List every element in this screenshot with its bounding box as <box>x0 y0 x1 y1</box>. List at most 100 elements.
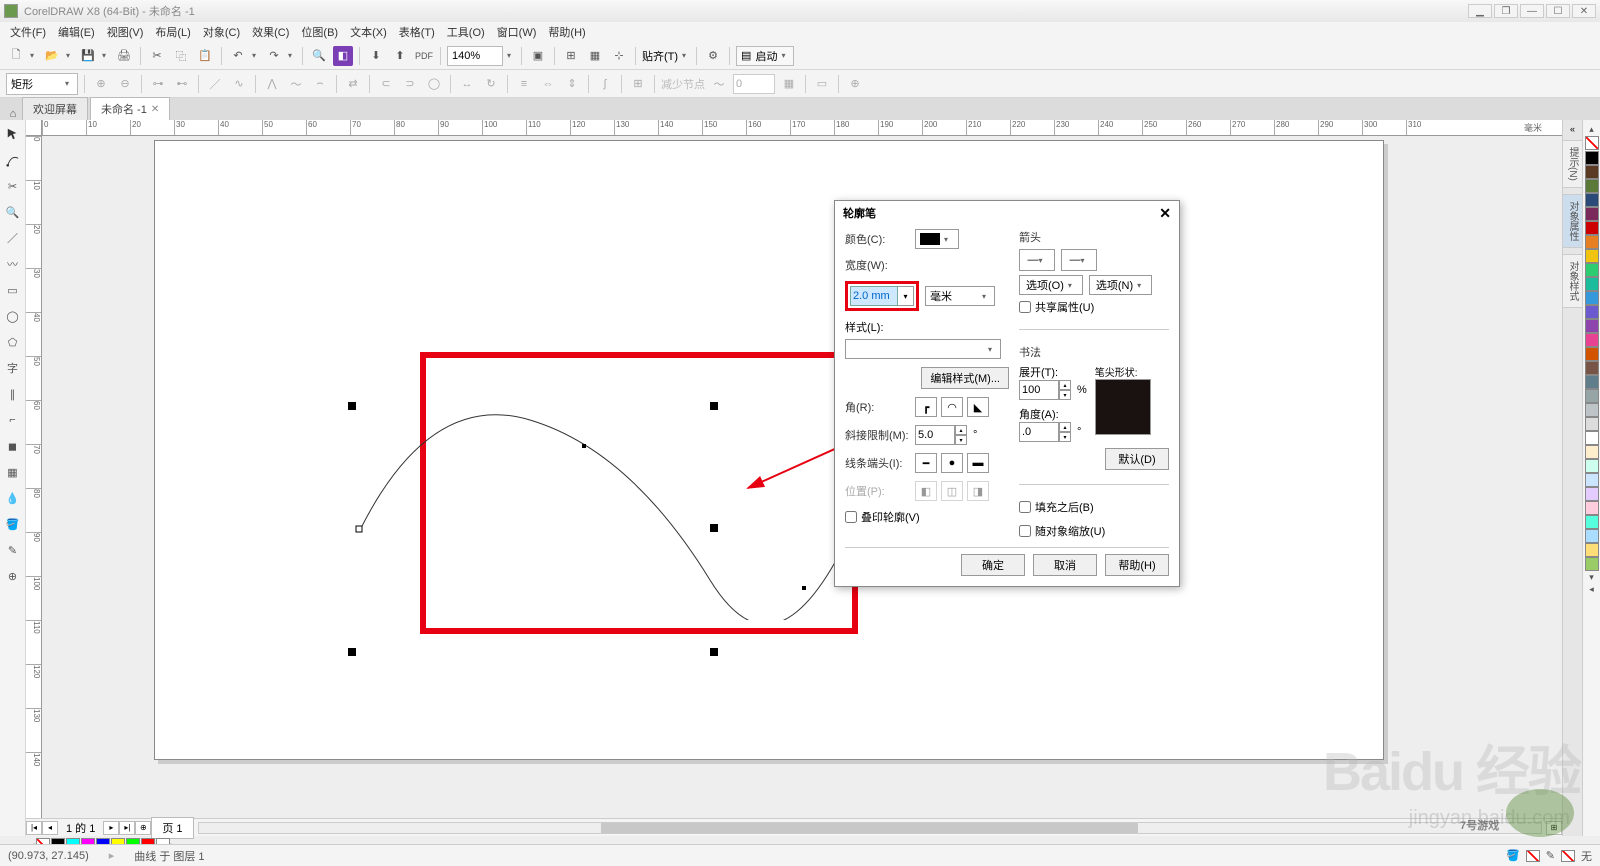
color-swatch[interactable] <box>1585 235 1599 249</box>
rectangle-tool-icon[interactable]: ▭ <box>3 280 23 300</box>
paste-icon[interactable]: 📋 <box>195 46 215 66</box>
dialog-titlebar[interactable]: 轮廓笔 ✕ <box>835 201 1179 225</box>
docker-expand-icon[interactable]: « <box>1570 124 1575 134</box>
align-nodes-icon[interactable]: ≡ <box>514 74 534 94</box>
to-line-icon[interactable]: ／ <box>205 74 225 94</box>
menu-tools[interactable]: 工具(O) <box>441 22 491 42</box>
color-swatch[interactable] <box>1585 305 1599 319</box>
outline-icon[interactable]: ✎ <box>1546 849 1555 862</box>
freehand-tool-icon[interactable]: ／ <box>3 228 23 248</box>
color-swatch[interactable] <box>1585 417 1599 431</box>
zoom-tool-icon[interactable]: 🔍 <box>3 202 23 222</box>
join-nodes-icon[interactable]: ⊶ <box>148 74 168 94</box>
first-page-icon[interactable]: |◂ <box>26 821 42 835</box>
no-color-swatch[interactable] <box>1585 136 1599 150</box>
crop-tool-icon[interactable]: ✂ <box>3 176 23 196</box>
close-curve-icon[interactable]: ◯ <box>424 74 444 94</box>
open-icon[interactable]: 📂 <box>42 46 62 66</box>
eyedropper-tool-icon[interactable]: 💧 <box>3 488 23 508</box>
rotate-nodes-icon[interactable]: ↻ <box>481 74 501 94</box>
close-tab-icon[interactable]: ✕ <box>151 104 159 115</box>
save-icon[interactable]: 💾 <box>78 46 98 66</box>
import-icon[interactable]: ⬇ <box>366 46 386 66</box>
bevel-corner-icon[interactable]: ◣ <box>967 397 989 417</box>
launcher-dropdown[interactable]: ▤ 启动 ▾ <box>736 46 794 66</box>
select-all-nodes-icon[interactable]: ⊞ <box>628 74 648 94</box>
reflect-v-icon[interactable]: ⇕ <box>562 74 582 94</box>
to-curve-icon[interactable]: ∿ <box>229 74 249 94</box>
publish-pdf-icon[interactable]: PDF <box>414 46 434 66</box>
close-button[interactable]: ✕ <box>1572 4 1596 18</box>
width-dropdown-icon[interactable]: ▾ <box>898 286 914 306</box>
prev-page-icon[interactable]: ◂ <box>42 821 58 835</box>
miter-limit-spinner[interactable]: ▴▾ <box>915 425 967 445</box>
menu-effects[interactable]: 效果(C) <box>246 22 295 42</box>
color-swatch[interactable] <box>1585 319 1599 333</box>
menu-layout[interactable]: 布局(L) <box>149 22 196 42</box>
fill-tool-icon[interactable]: 🪣 <box>3 514 23 534</box>
color-swatch[interactable] <box>1585 515 1599 529</box>
edit-style-button[interactable]: 编辑样式(M)... <box>921 367 1009 389</box>
rulers-icon[interactable]: ⊞ <box>561 46 581 66</box>
palette-down-icon[interactable]: ▾ <box>1589 572 1594 583</box>
palette-flyout-icon[interactable]: ◂ <box>1589 584 1594 595</box>
color-swatch[interactable] <box>1585 543 1599 557</box>
color-swatch[interactable] <box>1585 249 1599 263</box>
color-swatch[interactable] <box>1585 445 1599 459</box>
cut-icon[interactable]: ✂ <box>147 46 167 66</box>
selection-handle[interactable] <box>710 648 718 656</box>
square-cap-icon[interactable]: ▬ <box>967 453 989 473</box>
fill-swatch[interactable] <box>1526 850 1540 862</box>
minimize-group-button[interactable]: ▁ <box>1468 4 1492 18</box>
new-icon[interactable]: 🗋 <box>6 46 26 66</box>
docker-hints[interactable]: 提示(N) <box>1562 140 1583 188</box>
menu-edit[interactable]: 编辑(E) <box>52 22 101 42</box>
next-page-icon[interactable]: ▸ <box>103 821 119 835</box>
flat-cap-icon[interactable]: ━ <box>915 453 937 473</box>
color-swatch[interactable] <box>1585 165 1599 179</box>
color-swatch[interactable] <box>1585 221 1599 235</box>
artistic-media-icon[interactable]: 〰 <box>3 254 23 274</box>
menu-text[interactable]: 文本(X) <box>344 22 393 42</box>
vertical-ruler[interactable]: 0102030405060708090100110120130140 <box>26 136 42 836</box>
curve-node[interactable] <box>356 526 362 532</box>
export-icon[interactable]: ⬆ <box>390 46 410 66</box>
arrow-options-left[interactable]: 选项(O)▾ <box>1019 275 1083 295</box>
color-swatch[interactable] <box>1585 193 1599 207</box>
color-swatch[interactable] <box>1585 557 1599 571</box>
stretch-spinner[interactable]: ▴▾ <box>1019 380 1071 400</box>
zoom-level-input[interactable] <box>447 46 503 66</box>
share-attrs-checkbox[interactable]: 共享属性(U) <box>1019 299 1169 315</box>
tab-doc1[interactable]: 未命名 -1✕ <box>90 97 170 120</box>
restore-group-button[interactable]: ❐ <box>1494 4 1518 18</box>
extract-sub-icon[interactable]: ⊃ <box>400 74 420 94</box>
stretch-input[interactable] <box>1019 380 1059 400</box>
curve-node[interactable] <box>802 586 806 590</box>
outline-tool-icon[interactable]: ✎ <box>3 540 23 560</box>
angle-spinner[interactable]: ▴▾ <box>1019 422 1071 442</box>
color-swatch[interactable] <box>1585 179 1599 193</box>
color-swatch[interactable] <box>1585 529 1599 543</box>
arrow-options-right[interactable]: 选项(N)▾ <box>1089 275 1152 295</box>
add-node-icon[interactable]: ⊕ <box>91 74 111 94</box>
color-swatch[interactable] <box>1585 207 1599 221</box>
miter-corner-icon[interactable]: ┏ <box>915 397 937 417</box>
ellipse-tool-icon[interactable]: ◯ <box>3 306 23 326</box>
color-swatch[interactable] <box>1585 347 1599 361</box>
last-page-icon[interactable]: ▸| <box>119 821 135 835</box>
redo-icon[interactable]: ↷ <box>264 46 284 66</box>
menu-window[interactable]: 窗口(W) <box>491 22 543 42</box>
menu-table[interactable]: 表格(T) <box>393 22 441 42</box>
docker-object-styles[interactable]: 对象样式 <box>1562 254 1583 308</box>
scale-with-checkbox[interactable]: 随对象缩放(U) <box>1019 523 1169 539</box>
home-icon[interactable]: ⌂ <box>4 108 22 120</box>
round-cap-icon[interactable]: ● <box>941 453 963 473</box>
menu-bitmaps[interactable]: 位图(B) <box>295 22 344 42</box>
stretch-nodes-icon[interactable]: ↔ <box>457 74 477 94</box>
search-icon[interactable]: 🔍 <box>309 46 329 66</box>
grid-icon[interactable]: ▦ <box>585 46 605 66</box>
menu-file[interactable]: 文件(F) <box>4 22 52 42</box>
color-swatch[interactable] <box>1585 501 1599 515</box>
color-swatch[interactable] <box>1585 389 1599 403</box>
extend-curve-icon[interactable]: ⊂ <box>376 74 396 94</box>
